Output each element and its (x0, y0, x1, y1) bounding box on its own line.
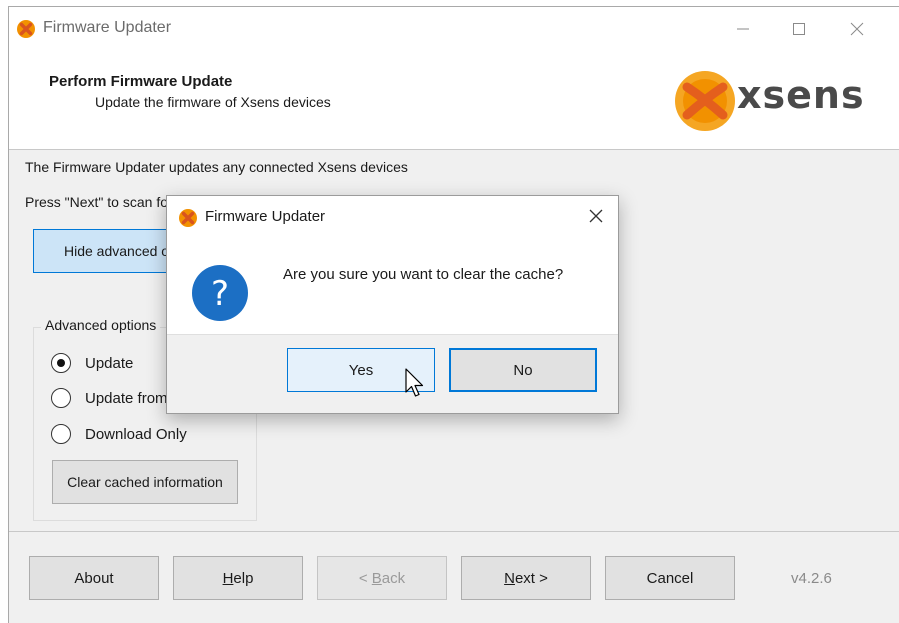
xsens-app-icon (17, 20, 35, 38)
back-button: < Back (317, 556, 447, 600)
about-button[interactable]: About (29, 556, 159, 600)
back-label-rest: ack (381, 569, 406, 587)
close-icon (850, 22, 864, 36)
radio-update-label: Update (85, 354, 134, 372)
dialog-message: Are you sure you want to clear the cache… (283, 266, 564, 283)
no-button[interactable]: No (449, 348, 597, 392)
mouse-pointer-icon (405, 368, 424, 397)
xsens-logo: xsens (673, 69, 893, 137)
help-button[interactable]: Help (173, 556, 303, 600)
footer-divider (9, 531, 899, 532)
title-bar: Firmware Updater (9, 7, 899, 51)
page-subtitle: Update the firmware of Xsens devices (95, 94, 331, 110)
version-label: v4.2.6 (791, 570, 832, 587)
xsens-logo-mark (675, 71, 735, 131)
next-button[interactable]: Next > (461, 556, 591, 600)
radio-download-only-label: Download Only (85, 425, 187, 443)
advanced-options-label: Advanced options (41, 317, 161, 333)
back-label-prefix: < (358, 569, 372, 587)
confirm-clear-cache-dialog: Firmware Updater ? Are you sure you want… (166, 195, 619, 414)
close-icon (589, 209, 603, 223)
wizard-header: Perform Firmware Update Update the firmw… (9, 51, 899, 150)
svg-text:?: ? (211, 274, 229, 314)
next-mnemonic: N (504, 569, 515, 587)
next-label-rest: ext > (514, 569, 548, 587)
radio-download-only[interactable]: Download Only (51, 424, 187, 444)
help-mnemonic: H (222, 569, 234, 587)
window-close-button[interactable] (837, 13, 877, 45)
minimize-icon (737, 28, 749, 30)
minimize-button[interactable] (723, 13, 763, 45)
dialog-close-button[interactable] (584, 204, 608, 228)
dialog-title: Firmware Updater (205, 208, 326, 225)
help-label-rest: elp (233, 569, 254, 587)
radio-button-checked[interactable] (51, 353, 71, 373)
question-icon: ? (192, 265, 248, 321)
radio-button[interactable] (51, 424, 71, 444)
maximize-button[interactable] (779, 13, 819, 45)
radio-button[interactable] (51, 388, 71, 408)
logo-text: xsens (737, 73, 865, 117)
clear-cached-information-button[interactable]: Clear cached information (52, 460, 238, 504)
radio-update[interactable]: Update (51, 353, 133, 373)
intro-text: The Firmware Updater updates any connect… (25, 159, 408, 175)
maximize-icon (793, 23, 805, 35)
page-title: Perform Firmware Update (49, 73, 233, 90)
back-mnemonic: B (371, 569, 382, 587)
cancel-button[interactable]: Cancel (605, 556, 735, 600)
xsens-app-icon (179, 209, 197, 227)
window-title: Firmware Updater (43, 19, 172, 36)
